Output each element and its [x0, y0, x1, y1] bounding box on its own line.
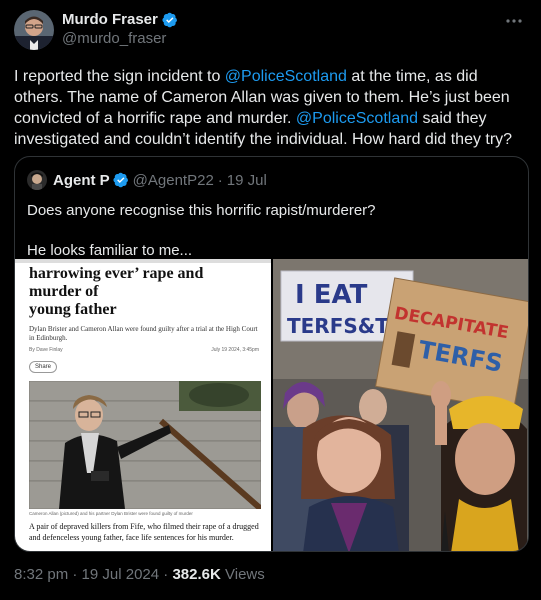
author-display-name[interactable]: Murdo Fraser: [62, 11, 158, 28]
views-count[interactable]: 382.6K: [172, 566, 220, 583]
mention-link[interactable]: @PoliceScotland: [296, 110, 418, 127]
sign-i-eat: I EAT: [295, 280, 368, 310]
article-body-snippet: A pair of depraved killers from Fife, wh…: [29, 522, 259, 542]
separator-dot: ·: [163, 566, 169, 583]
views-label: Views: [225, 566, 265, 583]
more-horizontal-icon[interactable]: [503, 12, 525, 30]
quoted-author-handle[interactable]: @AgentP22: [133, 172, 214, 189]
quoted-tweet[interactable]: Agent P @AgentP22 · 19 Jul Does anyone r…: [14, 156, 529, 552]
byline-time: July 19 2024, 3:45pm: [211, 347, 259, 353]
headline-line-1: harrowing ever’ rape and murder of: [29, 265, 204, 300]
article-share-button: Share: [29, 361, 57, 373]
tweet-text: I reported the sign incident to @PoliceS…: [14, 66, 526, 150]
quoted-line-2: He looks familiar to me...: [27, 242, 193, 259]
verified-badge-icon: [113, 172, 128, 188]
headline-line-2: young father: [29, 301, 117, 318]
protest-photo-image[interactable]: I EAT TERFS&T DECAPITATE TERFS: [273, 259, 528, 551]
quoted-tweet-header: Agent P @AgentP22 · 19 Jul: [15, 157, 528, 191]
tweet-stats: 8:32 pm · 19 Jul 2024 · 382.6K Views: [14, 566, 265, 583]
post-date[interactable]: 19 Jul 2024: [82, 566, 160, 583]
mention-link[interactable]: @PoliceScotland: [225, 68, 347, 85]
cropped-top-edge: [15, 259, 271, 263]
author-avatar[interactable]: [14, 10, 54, 50]
quoted-media: harrowing ever’ rape and murder of young…: [15, 259, 528, 551]
article-photo: [29, 381, 261, 509]
quoted-author-name[interactable]: Agent P: [53, 172, 110, 189]
quoted-date[interactable]: 19 Jul: [227, 172, 267, 189]
quoted-author-avatar[interactable]: [27, 170, 47, 190]
article-headline: harrowing ever’ rape and murder of young…: [15, 259, 271, 319]
article-byline: By Dave Finlay July 19 2024, 3:45pm: [15, 343, 271, 353]
article-standfirst: Dylan Brister and Cameron Allan were fou…: [29, 325, 258, 342]
verified-badge-icon: [162, 12, 177, 27]
quoted-line-1: Does anyone recognise this horrific rapi…: [27, 202, 376, 219]
sign-terfs: TERFS&T: [287, 314, 389, 338]
byline-author: By Dave Finlay: [29, 347, 63, 353]
post-time[interactable]: 8:32 pm: [14, 566, 68, 583]
article-photo-caption: Cameron Allan (pictured) and his partner…: [29, 511, 193, 516]
author-handle[interactable]: @murdo_fraser: [62, 30, 178, 47]
tweet-header: Murdo Fraser @murdo_fraser: [14, 10, 527, 54]
author-info: Murdo Fraser @murdo_fraser: [62, 11, 178, 47]
article-screenshot-image[interactable]: harrowing ever’ rape and murder of young…: [15, 259, 271, 551]
text-segment: I reported the sign incident to: [14, 68, 225, 85]
separator-dot: ·: [217, 171, 223, 189]
separator-dot: ·: [72, 566, 78, 583]
